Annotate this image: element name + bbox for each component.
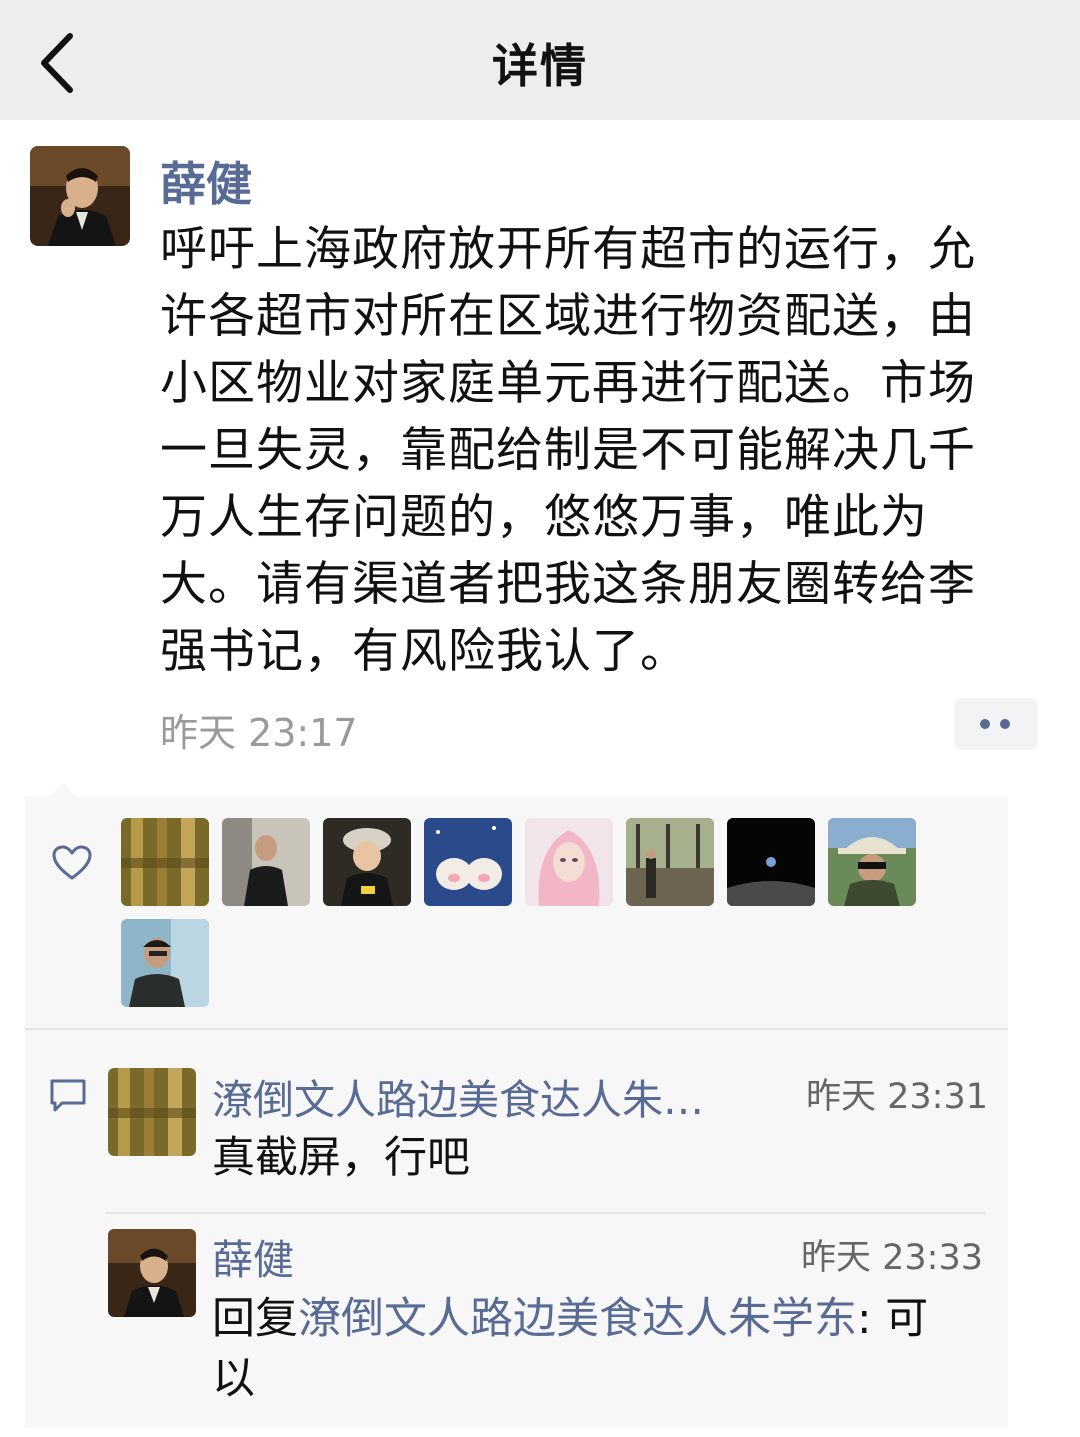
comment-divider: [106, 1212, 986, 1214]
liker-avatar[interactable]: [828, 818, 916, 906]
comment-author[interactable]: 潦倒文人路边美食达人朱…: [212, 1066, 704, 1126]
comment-text[interactable]: 真截屏，行吧: [212, 1128, 470, 1188]
nav-bar: 详情: [0, 0, 1080, 120]
reply-text: : 可: [857, 1294, 929, 1344]
panel-divider: [25, 1028, 1008, 1030]
heart-icon: [52, 845, 92, 881]
liker-avatar[interactable]: [626, 818, 714, 906]
liker-avatar[interactable]: [424, 818, 512, 906]
author-avatar[interactable]: [30, 146, 130, 246]
reply-line: 以: [212, 1354, 255, 1404]
panel-arrow: [48, 783, 78, 798]
reply-line: 回复潦倒文人路边美食达人朱学东: 可: [212, 1289, 972, 1349]
post-line: 万人生存问题的，悠悠万事，唯此为: [160, 490, 928, 545]
post-author-name[interactable]: 薛健: [160, 148, 252, 214]
post-timestamp: 昨天 23:17: [160, 711, 358, 755]
commenter-avatar[interactable]: [108, 1229, 196, 1317]
comment-timestamp: 昨天 23:31: [806, 1077, 988, 1117]
liker-avatar[interactable]: [121, 818, 209, 906]
liker-avatar[interactable]: [323, 818, 411, 906]
liker-avatar[interactable]: [525, 818, 613, 906]
liker-avatar[interactable]: [727, 818, 815, 906]
comment-timestamp: 昨天 23:33: [801, 1238, 983, 1278]
post-line: 大。请有渠道者把我这条朋友圈转给李: [160, 557, 976, 612]
reply-target-name[interactable]: 潦倒文人路边美食达人朱学东: [298, 1294, 857, 1344]
liker-avatar[interactable]: [121, 919, 209, 1007]
post-line: 呼吁上海政府放开所有超市的运行，允: [160, 222, 976, 277]
post-line: 小区物业对家庭单元再进行配送。市场: [160, 356, 976, 411]
comment-icon: [48, 1075, 88, 1115]
liker-avatar[interactable]: [222, 818, 310, 906]
post-line: 一旦失灵，靠配给制是不可能解决几千: [160, 423, 976, 478]
commenter-avatar[interactable]: [108, 1068, 196, 1156]
post-line: 强书记，有风险我认了。: [160, 624, 688, 679]
more-dots-icon[interactable]: [954, 698, 1038, 750]
comment-author[interactable]: 薛健: [212, 1226, 294, 1286]
comment-text[interactable]: 回复潦倒文人路边美食达人朱学东: 可 以: [212, 1289, 972, 1409]
page-title: 详情: [492, 39, 588, 93]
post-line: 许各超市对所在区域进行物资配送，由: [160, 289, 976, 344]
reply-prefix: 回复: [212, 1294, 298, 1344]
post-text: 呼吁上海政府放开所有超市的运行，允 许各超市对所在区域进行物资配送，由 小区物业…: [160, 216, 1040, 685]
